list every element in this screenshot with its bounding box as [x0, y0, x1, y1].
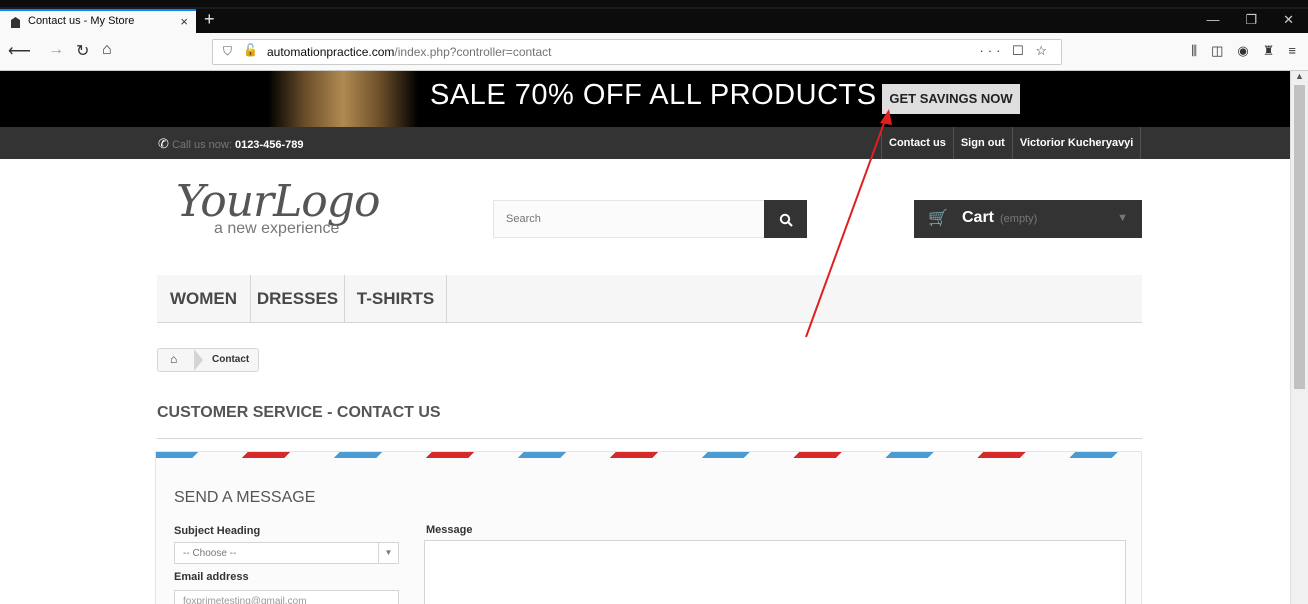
cart-icon: 🛒	[928, 210, 948, 227]
phone-number: 0123-456-789	[234, 139, 304, 151]
email-field[interactable]: foxprimetesting@gmail.com	[174, 590, 399, 604]
page-actions[interactable]: ··· ☐ ☆	[979, 43, 1051, 59]
page-title: CUSTOMER SERVICE - CONTACT US	[157, 404, 1142, 439]
new-tab-button[interactable]: +	[204, 9, 215, 29]
extensions-icon[interactable]: ♜	[1263, 43, 1275, 59]
page-scrollbar[interactable]: ▲	[1290, 71, 1308, 604]
restore-icon[interactable]: ❐	[1245, 12, 1257, 28]
banner-model-image	[268, 71, 418, 127]
back-icon[interactable]: ⟵	[8, 41, 31, 61]
message-label: Message	[426, 524, 473, 536]
message-textarea[interactable]	[424, 540, 1126, 604]
subject-select[interactable]: -- Choose -- ▼	[174, 542, 399, 564]
search-button[interactable]	[764, 200, 807, 238]
browser-tab[interactable]: Contact us - My Store ×	[0, 9, 196, 33]
cart-block[interactable]: 🛒 Cart (empty) ▼	[914, 200, 1142, 238]
tab-title: Contact us - My Store	[28, 15, 135, 27]
store-favicon-icon	[11, 17, 20, 28]
phone-info: ✆ Call us now: 0123-456-789	[158, 136, 304, 151]
chevron-down-icon: ▼	[1117, 212, 1128, 224]
header-top-bar: ✆ Call us now: 0123-456-789 Contact us S…	[0, 127, 1290, 159]
sale-banner[interactable]: SALE 70% OFF ALL PRODUCTS GET SAVINGS NO…	[0, 71, 1290, 127]
scroll-up-icon[interactable]: ▲	[1295, 71, 1304, 81]
menu-item-women[interactable]: WOMEN	[157, 275, 251, 323]
menu-icon[interactable]: ≡	[1288, 43, 1296, 59]
url-text[interactable]: automationpractice.com/index.php?control…	[267, 45, 552, 59]
library-icon[interactable]: ⫼	[1191, 43, 1197, 59]
cart-label: Cart	[962, 209, 995, 226]
browser-tab-bar: Contact us - My Store × + — ❐ ✕	[0, 0, 1308, 33]
browser-nav-bar: ⟵ → ↻ ⌂ ⛉ 🔓 automationpractice.com/index…	[0, 33, 1308, 71]
email-value: foxprimetesting@gmail.com	[183, 596, 307, 604]
sidebar-icon[interactable]: ◫	[1211, 43, 1223, 59]
breadcrumb-separator	[194, 349, 203, 371]
tab-close-icon[interactable]: ×	[180, 14, 188, 29]
account-icon[interactable]: ◉	[1237, 43, 1248, 59]
chevron-down-icon: ▼	[378, 543, 398, 563]
menu-item-dresses[interactable]: DRESSES	[251, 275, 345, 323]
browser-toolbar-icons: ⫼ ◫ ◉ ♜ ≡	[1191, 43, 1296, 59]
main-menu: WOMEN DRESSES T-SHIRTS	[157, 275, 1142, 323]
forward-icon[interactable]: →	[48, 41, 64, 59]
form-title: SEND A MESSAGE	[174, 489, 316, 506]
web-page: SALE 70% OFF ALL PRODUCTS GET SAVINGS NO…	[0, 71, 1290, 604]
search-box	[493, 200, 765, 238]
tab-bar-line	[0, 7, 1308, 9]
subject-value: -- Choose --	[183, 548, 237, 559]
account-name-link[interactable]: Victorior Kucheryavyi	[1011, 127, 1142, 159]
contact-form: SEND A MESSAGE Subject Heading -- Choose…	[155, 451, 1142, 604]
logo-tagline: a new experience	[214, 220, 340, 237]
window-controls: — ❐ ✕	[1206, 12, 1294, 28]
search-icon	[779, 214, 793, 228]
home-icon[interactable]: ⌂	[170, 352, 177, 366]
envelope-stripe	[156, 452, 1141, 458]
shield-icon[interactable]: ⛉	[223, 44, 232, 59]
get-savings-button[interactable]: GET SAVINGS NOW	[882, 84, 1020, 114]
menu-item-tshirts[interactable]: T-SHIRTS	[345, 275, 447, 323]
reload-icon[interactable]: ↻	[76, 41, 89, 61]
breadcrumb-current: Contact	[212, 354, 250, 365]
breadcrumb: ⌂ Contact	[157, 348, 259, 372]
cart-status: (empty)	[1000, 213, 1038, 225]
sale-text: SALE 70% OFF ALL PRODUCTS	[430, 79, 877, 111]
contact-us-link[interactable]: Contact us	[881, 127, 953, 159]
insecure-lock-icon[interactable]: 🔓	[243, 43, 258, 57]
header-links: Contact us Sign out Victorior Kucheryavy…	[881, 127, 1142, 159]
store-logo[interactable]: YourLogo a new experience	[176, 176, 380, 237]
sign-out-link[interactable]: Sign out	[952, 127, 1012, 159]
address-bar[interactable]: ⛉ 🔓 automationpractice.com/index.php?con…	[212, 39, 1062, 65]
minimize-icon[interactable]: —	[1206, 12, 1219, 28]
email-label: Email address	[174, 571, 249, 583]
subject-label: Subject Heading	[174, 525, 261, 537]
scrollbar-thumb[interactable]	[1294, 85, 1305, 389]
search-input[interactable]	[494, 201, 764, 237]
window-close-icon[interactable]: ✕	[1283, 12, 1294, 28]
home-icon[interactable]: ⌂	[102, 41, 112, 59]
phone-icon: ✆	[158, 136, 169, 151]
